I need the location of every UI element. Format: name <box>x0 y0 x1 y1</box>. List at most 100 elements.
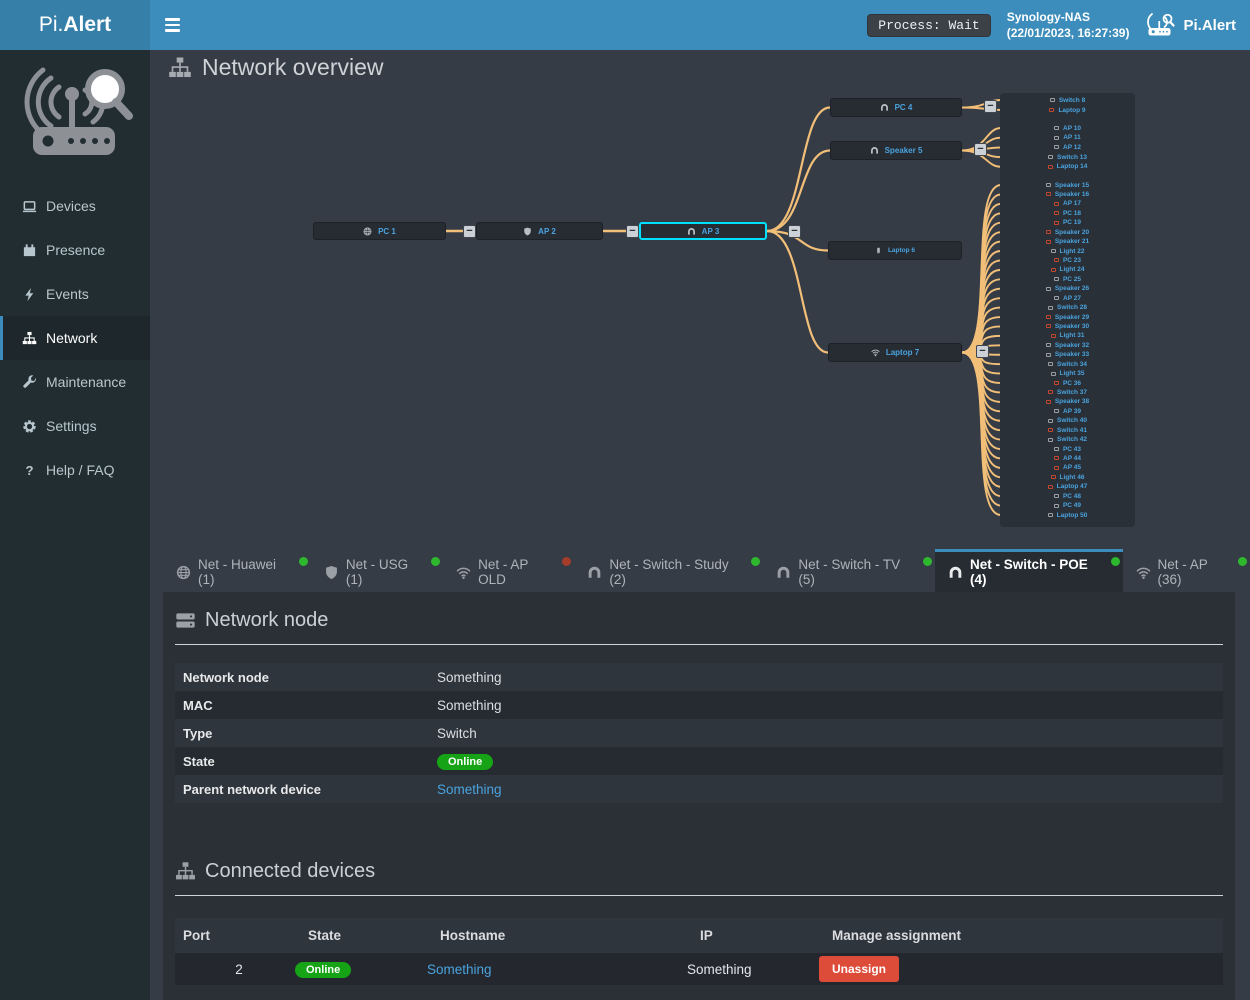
parent-device-link[interactable]: Something <box>437 782 502 797</box>
leaf-device-ap-17[interactable]: AP 17 <box>1000 199 1135 208</box>
pialert-router-icon <box>1145 12 1175 38</box>
leaf-device-switch-42[interactable]: Switch 42 <box>1000 435 1135 444</box>
tab-net-huawei-1[interactable]: Net - Huawei (1) <box>163 549 311 592</box>
node-label: PC 4 <box>895 103 913 112</box>
leaf-device-switch-41[interactable]: Switch 41 <box>1000 426 1135 435</box>
sidebar-item-settings[interactable]: Settings <box>0 404 150 448</box>
tab-label: Net - Switch - POE (4) <box>970 557 1108 587</box>
leaf-device-laptop-50[interactable]: Laptop 50 <box>1000 511 1135 520</box>
leaf-device-ap-45[interactable]: AP 45 <box>1000 463 1135 472</box>
leaf-device-label: AP 11 <box>1063 134 1081 141</box>
leaf-device-label: Switch 41 <box>1057 427 1087 434</box>
leaf-device-speaker-29[interactable]: Speaker 29 <box>1000 313 1135 322</box>
leaf-device-ap-44[interactable]: AP 44 <box>1000 454 1135 463</box>
leaf-device-switch-8[interactable]: Switch 8 <box>1000 96 1135 105</box>
sidebar-item-events[interactable]: Events <box>0 272 150 316</box>
device-status-icon <box>1054 258 1059 262</box>
network-node-pc-1[interactable]: PC 1 <box>313 222 446 240</box>
network-node-laptop-7[interactable]: Laptop 7 <box>828 343 962 362</box>
collapse-node-button[interactable]: − <box>976 345 989 358</box>
device-status-icon <box>1048 306 1053 310</box>
node-detail-panel: Network node Network nodeSomethingMACSom… <box>163 592 1235 1000</box>
sidebar-item-devices[interactable]: Devices <box>0 184 150 228</box>
header-brand[interactable]: Pi.Alert <box>1145 12 1236 38</box>
leaf-device-speaker-26[interactable]: Speaker 26 <box>1000 284 1135 293</box>
sidebar-toggle-button[interactable] <box>150 0 195 50</box>
leaf-device-switch-34[interactable]: Switch 34 <box>1000 360 1135 369</box>
leaf-device-ap-12[interactable]: AP 12 <box>1000 143 1135 152</box>
network-node-laptop-6[interactable]: Laptop 6 <box>828 241 962 260</box>
device-status-icon <box>1046 192 1051 196</box>
leaf-device-switch-37[interactable]: Switch 37 <box>1000 388 1135 397</box>
tab-status-dot <box>751 557 760 566</box>
info-label: Parent network device <box>175 782 437 797</box>
app-logo[interactable]: Pi.Alert <box>0 0 150 50</box>
network-node-ap-2[interactable]: AP 2 <box>476 222 603 240</box>
leaf-device-light-31[interactable]: Light 31 <box>1000 331 1135 340</box>
network-node-pc-4[interactable]: PC 4 <box>830 98 962 117</box>
sidebar-item-label: Help / FAQ <box>46 462 114 478</box>
leaf-device-speaker-33[interactable]: Speaker 33 <box>1000 350 1135 359</box>
collapse-node-button[interactable]: − <box>974 143 987 156</box>
leaf-device-speaker-16[interactable]: Speaker 16 <box>1000 190 1135 199</box>
tab-net-switch-study-2[interactable]: Net - Switch - Study (2) <box>574 549 763 592</box>
leaf-device-light-22[interactable]: Light 22 <box>1000 247 1135 256</box>
collapse-node-button[interactable]: − <box>788 225 801 238</box>
leaf-device-switch-13[interactable]: Switch 13 <box>1000 153 1135 162</box>
main-content: Network overview PC 1AP 2AP 3PC 4Speaker… <box>150 50 1250 1000</box>
collapse-node-button[interactable]: − <box>626 225 639 238</box>
hostname-link[interactable]: Something <box>427 962 492 977</box>
tab-net-ap-36[interactable]: Net - AP (36) <box>1123 549 1250 592</box>
leaf-device-speaker-30[interactable]: Speaker 30 <box>1000 322 1135 331</box>
leaf-device-ap-39[interactable]: AP 39 <box>1000 407 1135 416</box>
leaf-device-light-46[interactable]: Light 46 <box>1000 473 1135 482</box>
leaf-device-speaker-32[interactable]: Speaker 32 <box>1000 341 1135 350</box>
leaf-device-ap-27[interactable]: AP 27 <box>1000 294 1135 303</box>
leaf-device-ap-10[interactable]: AP 10 <box>1000 124 1135 133</box>
leaf-device-laptop-47[interactable]: Laptop 47 <box>1000 482 1135 491</box>
sidebar-item-label: Devices <box>46 198 96 214</box>
leaf-device-pc-25[interactable]: PC 25 <box>1000 275 1135 284</box>
sidebar-item-network[interactable]: Network <box>0 316 150 360</box>
leaf-device-pc-19[interactable]: PC 19 <box>1000 218 1135 227</box>
leaf-device-laptop-14[interactable]: Laptop 14 <box>1000 162 1135 171</box>
leaf-device-laptop-9[interactable]: Laptop 9 <box>1000 106 1135 115</box>
leaf-device-ap-11[interactable]: AP 11 <box>1000 133 1135 142</box>
leaf-device-switch-28[interactable]: Switch 28 <box>1000 303 1135 312</box>
network-node-ap-3[interactable]: AP 3 <box>639 222 767 240</box>
tab-net-usg-1[interactable]: Net - USG (1) <box>311 549 443 592</box>
switch-icon <box>870 146 879 155</box>
leaf-device-switch-40[interactable]: Switch 40 <box>1000 416 1135 425</box>
tab-net-switch-tv-5[interactable]: Net - Switch - TV (5) <box>763 549 935 592</box>
globe-icon <box>176 565 191 580</box>
leaf-device-light-24[interactable]: Light 24 <box>1000 265 1135 274</box>
leaf-device-pc-23[interactable]: PC 23 <box>1000 256 1135 265</box>
sidebar-item-maintenance[interactable]: Maintenance <box>0 360 150 404</box>
leaf-device-label: Speaker 38 <box>1055 398 1089 405</box>
leaf-device-pc-36[interactable]: PC 36 <box>1000 379 1135 388</box>
leaf-device-label: PC 49 <box>1063 502 1081 509</box>
leaf-device-pc-18[interactable]: PC 18 <box>1000 209 1135 218</box>
device-status-icon <box>1048 428 1053 432</box>
leaf-device-label: AP 39 <box>1063 408 1081 415</box>
leaf-device-speaker-20[interactable]: Speaker 20 <box>1000 228 1135 237</box>
info-label: Type <box>175 726 437 741</box>
leaf-device-pc-43[interactable]: PC 43 <box>1000 445 1135 454</box>
tab-net-ap-old[interactable]: Net - AP OLD <box>443 549 574 592</box>
unassign-button[interactable]: Unassign <box>819 956 899 982</box>
leaf-device-speaker-15[interactable]: Speaker 15 <box>1000 181 1135 190</box>
device-status-icon <box>1051 372 1056 376</box>
collapse-node-button[interactable]: − <box>463 225 476 238</box>
leaf-device-light-35[interactable]: Light 35 <box>1000 369 1135 378</box>
leaf-device-pc-48[interactable]: PC 48 <box>1000 492 1135 501</box>
network-node-speaker-5[interactable]: Speaker 5 <box>830 141 962 160</box>
leaf-device-speaker-38[interactable]: Speaker 38 <box>1000 397 1135 406</box>
device-status-icon <box>1051 249 1056 253</box>
tab-net-switch-poe-4[interactable]: Net - Switch - POE (4) <box>935 549 1123 592</box>
leaf-device-pc-49[interactable]: PC 49 <box>1000 501 1135 510</box>
leaf-device-speaker-21[interactable]: Speaker 21 <box>1000 237 1135 246</box>
sidebar-item-help-faq[interactable]: ?Help / FAQ <box>0 448 150 492</box>
collapse-node-button[interactable]: − <box>984 100 997 113</box>
sidebar-item-presence[interactable]: Presence <box>0 228 150 272</box>
switch-icon <box>948 565 963 580</box>
